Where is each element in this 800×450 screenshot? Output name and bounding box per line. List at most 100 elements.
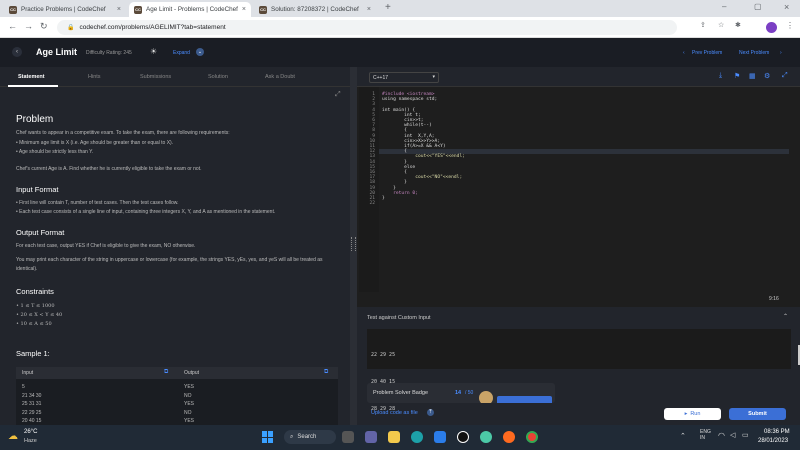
theme-sun-icon[interactable]: ☀ <box>150 47 157 56</box>
sample-output-line: YES <box>184 418 195 424</box>
upload-icon[interactable]: ⤒ <box>427 409 434 416</box>
back-arrow-icon[interactable]: ‹ <box>12 47 22 57</box>
close-icon[interactable]: × <box>117 6 121 13</box>
tab-solution[interactable]: Solution <box>208 74 228 80</box>
app-icon[interactable] <box>457 431 469 443</box>
browser-tab-bar: CC Practice Problems | CodeChef × CC Age… <box>0 0 800 17</box>
drag-grip-icon[interactable] <box>351 237 356 251</box>
extensions-icon[interactable]: ✱ <box>735 21 741 29</box>
code-content[interactable]: #include <iostream> using namespace std; … <box>382 92 465 206</box>
close-icon[interactable]: × <box>367 6 371 13</box>
code-line[interactable]: cout<<"YES"<<endl; <box>382 154 465 159</box>
battery-icon[interactable]: ▭ <box>742 431 749 439</box>
url-field[interactable]: 🔒 codechef.com/problems/AGELIMIT?tab=sta… <box>57 20 677 35</box>
tab-statement[interactable]: Statement <box>18 74 45 80</box>
search-label: Search <box>297 434 317 440</box>
share-icon[interactable]: ⇪ <box>700 21 706 29</box>
requirements-list: Minimum age limit is X (i.e. Age should … <box>16 139 346 157</box>
fullscreen-icon[interactable]: ⤢ <box>335 91 341 99</box>
code-line[interactable] <box>382 201 465 206</box>
clock-time[interactable]: 08:36 PM <box>764 429 790 435</box>
sample-output-column: YES NO YES NO YES <box>184 383 194 425</box>
forward-icon[interactable]: → <box>24 21 33 31</box>
upload-code-link[interactable]: Upload code as file <box>371 410 418 416</box>
settings-gear-icon[interactable]: ⚙ <box>764 72 770 80</box>
language-indicator[interactable]: ENG IN <box>700 429 711 441</box>
window-close-icon[interactable]: × <box>784 2 789 12</box>
taskbar-search[interactable]: ⌕ Search <box>284 430 336 444</box>
cursor-position: 9:16 <box>769 296 779 302</box>
submit-button[interactable]: Submit <box>729 408 786 420</box>
next-problem-button[interactable]: Next Problem <box>739 50 769 56</box>
restore-icon[interactable]: ▢ <box>754 2 762 11</box>
prev-arrow-icon[interactable]: ‹ <box>683 50 685 56</box>
sample-box: Input ⧉ Output ⧉ 5 21 34 30 25 31 31 22 … <box>16 367 338 425</box>
problem-statement-panel: ⤢ Problem Chef wants to appear in a comp… <box>0 87 350 425</box>
file-explorer-icon[interactable] <box>388 431 400 443</box>
sample-output-line: NO <box>184 392 192 399</box>
tab-solution[interactable]: CC Solution: 87208372 | CodeChef × <box>254 2 376 17</box>
new-tab-icon[interactable]: + <box>385 2 391 13</box>
language-select[interactable]: C++17 ▾ <box>369 72 439 83</box>
problem-header: ‹ Age Limit Difficulty Rating: 245 ☀ Exp… <box>0 38 800 67</box>
run-button[interactable]: ▸ Run <box>664 408 721 420</box>
teams-icon[interactable] <box>365 431 377 443</box>
sample-input-line: 5 <box>22 384 25 390</box>
requirement-item: Age should be strictly less than Y. <box>16 148 346 157</box>
menu-dots-icon[interactable]: ⋮ <box>786 21 794 30</box>
weather-temp: 26°C <box>24 429 38 435</box>
download-icon[interactable]: ⤓ <box>719 72 722 80</box>
code-editor[interactable]: 1 2 3 4 5 6 7 8 9 10 11 12 13 14 15 16 17 18 19 20 21 22 #inc… <box>357 87 800 292</box>
bug-icon[interactable]: ⚑ <box>734 72 740 80</box>
play-icon: ▸ <box>684 411 688 417</box>
badge-progress-button[interactable] <box>497 396 552 403</box>
requirement-item: Minimum age limit is X (i.e. Age should … <box>16 139 346 148</box>
chrome-icon[interactable] <box>526 431 538 443</box>
tab-age-limit[interactable]: CC Age Limit - Problems | CodeChef × <box>129 2 251 17</box>
tray-chevron-up-icon[interactable]: ⌃ <box>680 432 686 440</box>
reload-icon[interactable]: ↻ <box>40 21 48 32</box>
windows-start-icon[interactable] <box>262 431 274 443</box>
tab-submissions[interactable]: Submissions <box>140 74 171 80</box>
chevron-down-icon[interactable]: ⌄ <box>196 48 204 56</box>
tab-ask-a-doubt[interactable]: Ask a Doubt <box>265 74 295 80</box>
back-icon[interactable]: ← <box>8 21 17 31</box>
expand-button[interactable]: Expand <box>173 50 190 56</box>
panel-resize-handle[interactable] <box>350 67 357 425</box>
app-icon[interactable] <box>480 431 492 443</box>
constraint-item: 20 ≤ X < Y ≤ 40 <box>16 311 216 320</box>
edge-icon[interactable] <box>411 431 423 443</box>
bookmark-star-icon[interactable]: ☆ <box>718 21 724 29</box>
sample-heading: Sample 1: <box>16 349 50 358</box>
page-title: Age Limit <box>36 47 78 57</box>
calendar-icon[interactable]: ▦ <box>749 72 756 80</box>
wifi-icon[interactable]: ◠ <box>718 431 725 440</box>
problem-current-age: Chef's current Age is A. Find whether he… <box>16 166 202 172</box>
fullscreen-icon[interactable]: ⤢ <box>782 72 788 80</box>
next-arrow-icon[interactable]: › <box>780 50 782 56</box>
store-icon[interactable] <box>434 431 446 443</box>
codechef-favicon-icon: CC <box>134 5 142 14</box>
weather-icon[interactable]: ☁ <box>8 431 18 442</box>
chevron-up-icon[interactable]: ⌃ <box>783 313 788 320</box>
close-icon[interactable]: × <box>242 6 246 13</box>
tab-label: Practice Problems | CodeChef <box>21 6 106 13</box>
profile-avatar[interactable] <box>766 22 777 33</box>
copy-icon[interactable]: ⧉ <box>324 369 328 376</box>
input-format-item: Each test case consists of a single line… <box>16 208 346 217</box>
tab-hints[interactable]: Hints <box>88 74 101 80</box>
copy-icon[interactable]: ⧉ <box>164 369 168 376</box>
input-format-list: First line will contain T, number of tes… <box>16 199 346 217</box>
firefox-icon[interactable] <box>503 431 515 443</box>
badge-medal-icon <box>479 391 493 403</box>
clock-date[interactable]: 28/01/2023 <box>758 438 788 444</box>
badge-total: / 50 <box>465 390 474 396</box>
volume-icon[interactable]: ◁ <box>730 431 735 439</box>
custom-input-label: Test against Custom Input <box>367 315 431 321</box>
tab-practice-problems[interactable]: CC Practice Problems | CodeChef × <box>4 2 126 17</box>
task-view-icon[interactable] <box>342 431 354 443</box>
problem-solver-badge[interactable]: Problem Solver Badge 14 / 50 <box>367 383 555 403</box>
prev-problem-button[interactable]: Prev Problem <box>692 50 722 56</box>
minimize-icon[interactable]: – <box>722 2 726 11</box>
custom-input-textarea[interactable]: 22 29 25 20 40 15 28 29 28 <box>367 329 800 412</box>
